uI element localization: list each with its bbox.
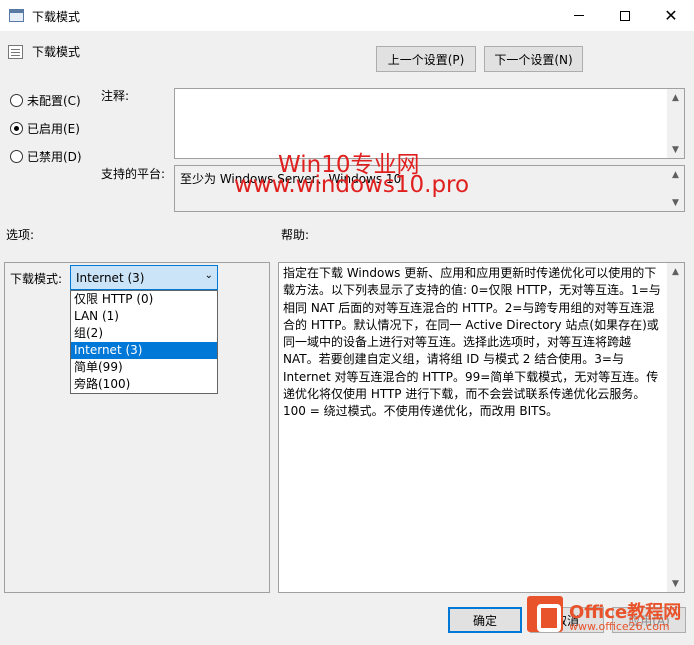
- maximize-button[interactable]: [602, 0, 648, 31]
- download-mode-select[interactable]: Internet (3) ⌄: [70, 265, 218, 290]
- close-button[interactable]: ✕: [648, 0, 694, 31]
- policy-setting-icon: [8, 45, 23, 59]
- chevron-down-icon: ⌄: [204, 270, 213, 281]
- scroll-down-icon[interactable]: ▼: [667, 141, 684, 158]
- radio-label: 未配置(C): [27, 94, 81, 108]
- scroll-down-icon[interactable]: ▼: [667, 575, 684, 592]
- policy-window-icon: [9, 9, 24, 22]
- dropdown-option[interactable]: LAN (1): [71, 308, 217, 325]
- dropdown-option[interactable]: 组(2): [71, 325, 217, 342]
- platform-scrollbar[interactable]: ▲ ▼: [667, 166, 684, 211]
- scroll-up-icon[interactable]: ▲: [667, 263, 684, 280]
- title-bar: 下载模式 ✕: [0, 0, 694, 31]
- radio-label: 已启用(E): [27, 122, 80, 136]
- radio-disabled[interactable]: 已禁用(D): [10, 148, 82, 165]
- help-text: 指定在下载 Windows 更新、应用和应用更新时传递优化可以使用的下载方法。以…: [283, 266, 661, 419]
- comment-scrollbar[interactable]: ▲ ▼: [667, 89, 684, 158]
- radio-not-configured[interactable]: 未配置(C): [10, 92, 81, 109]
- office-watermark-logo: Office教程网 www.office26.com: [527, 596, 694, 636]
- ok-button[interactable]: 确定: [448, 607, 522, 633]
- dropdown-option[interactable]: 旁路(100): [71, 376, 217, 393]
- radio-button-icon: [10, 94, 23, 107]
- previous-setting-button[interactable]: 上一个设置(P): [376, 46, 476, 72]
- office-logo-icon: [527, 596, 563, 632]
- window-title: 下载模式: [32, 10, 81, 24]
- help-label: 帮助:: [281, 228, 310, 242]
- radio-enabled[interactable]: 已启用(E): [10, 120, 80, 137]
- radio-label: 已禁用(D): [27, 150, 82, 164]
- maximize-icon: [620, 10, 630, 21]
- scroll-up-icon[interactable]: ▲: [667, 89, 684, 106]
- radio-button-icon: [10, 150, 23, 163]
- policy-name: 下载模式: [32, 45, 81, 59]
- options-label: 选项:: [6, 228, 35, 242]
- comment-textarea[interactable]: ▲ ▼: [174, 88, 685, 159]
- download-mode-label: 下载模式:: [10, 272, 63, 286]
- dropdown-option-selected[interactable]: Internet (3): [71, 342, 217, 359]
- comment-label: 注释:: [101, 89, 130, 103]
- minimize-icon: [574, 15, 584, 16]
- download-mode-dropdown-list: 仅限 HTTP (0) LAN (1) 组(2) Internet (3) 简单…: [70, 290, 218, 394]
- scroll-down-icon[interactable]: ▼: [667, 194, 684, 211]
- next-setting-button[interactable]: 下一个设置(N): [484, 46, 583, 72]
- dropdown-option[interactable]: 简单(99): [71, 359, 217, 376]
- minimize-button[interactable]: [556, 0, 602, 31]
- scroll-up-icon[interactable]: ▲: [667, 166, 684, 183]
- download-mode-selected: Internet (3): [76, 271, 145, 285]
- supported-platform-label: 支持的平台:: [101, 167, 166, 181]
- office-url-text: www.office26.com: [569, 620, 670, 633]
- help-panel: 指定在下载 Windows 更新、应用和应用更新时传递优化可以使用的下载方法。以…: [278, 262, 685, 593]
- radio-button-checked-icon: [10, 122, 23, 135]
- watermark-url: www.windows10.pro: [234, 172, 470, 198]
- dropdown-option[interactable]: 仅限 HTTP (0): [71, 291, 217, 308]
- help-scrollbar[interactable]: ▲ ▼: [667, 263, 684, 592]
- close-icon: ✕: [664, 6, 678, 25]
